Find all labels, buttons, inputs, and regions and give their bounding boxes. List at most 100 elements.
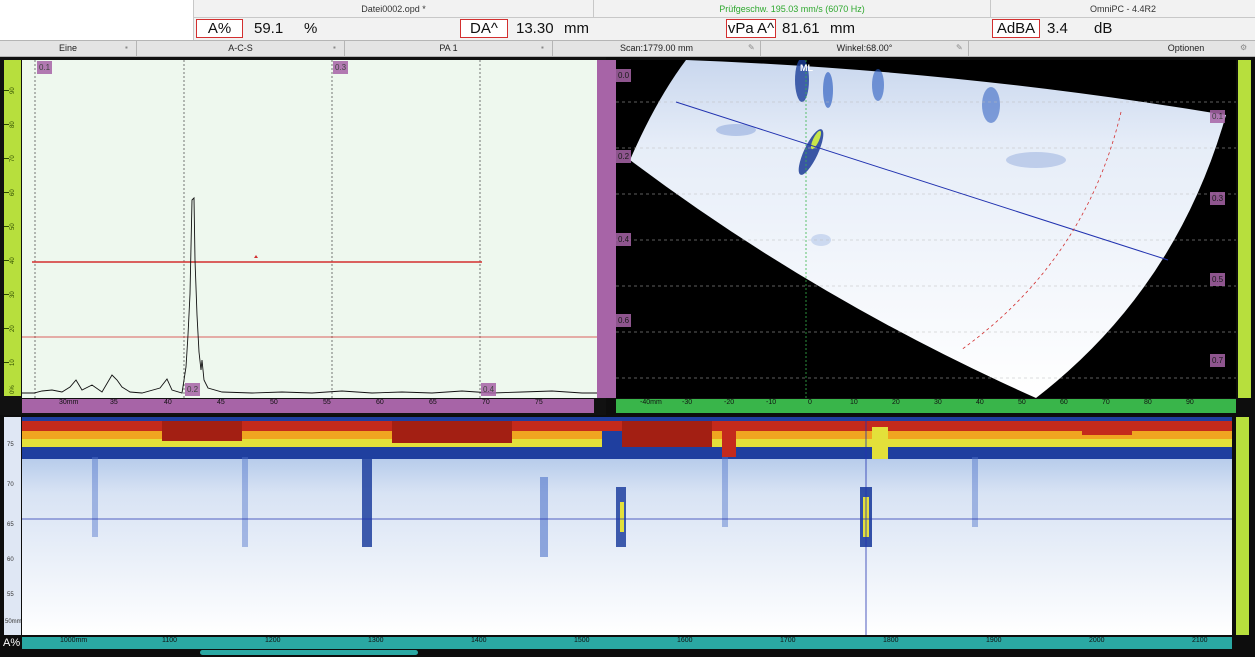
toolbar-eine[interactable]: Eine <box>0 41 137 56</box>
readout-label: DA^ <box>460 19 508 38</box>
ruler-tick-label: 1300 <box>368 637 384 644</box>
ascan-panel: 90 80 70 60 50 40 30 20 10 0% 0.1 0.3 0.… <box>0 57 606 415</box>
depth-tag: 0.4 <box>616 233 632 246</box>
y-tick-label: 55 <box>7 592 14 598</box>
settings-icon[interactable]: ⚙ <box>1240 44 1247 52</box>
cscan-amplitude-scale <box>1236 417 1249 635</box>
ruler-tick-label: 1700 <box>780 637 796 644</box>
amp-tick-label: 50 <box>10 223 16 230</box>
cscan-plot[interactable] <box>22 417 1232 635</box>
ruler-tick-label: 2100 <box>1192 637 1208 644</box>
scan-scrollbar[interactable] <box>200 650 418 655</box>
readout-label: AdBA <box>992 19 1040 38</box>
sscan-amplitude-scale <box>1238 60 1251 398</box>
toolbar-options[interactable]: Optionen <box>1117 41 1255 56</box>
depth-tag: 0.0 <box>616 69 632 82</box>
ruler-tick-label: 1000mm <box>60 637 88 644</box>
y-tick-label: 50mm <box>5 619 22 625</box>
toolbar-group[interactable]: PA 1 <box>345 41 553 56</box>
ruler-tick-label: -30 <box>682 399 693 406</box>
readout-adba[interactable]: AdBA 3.4 dB <box>991 18 1255 40</box>
ruler-tick-label: 50 <box>1018 399 1026 406</box>
readout-label: A% <box>196 19 243 38</box>
ascan-ruler[interactable]: 30mm 35 40 45 50 55 60 65 70 75 <box>22 399 594 413</box>
ruler-tick-label: 10 <box>850 399 858 406</box>
ruler-tick-label: -40mm <box>640 399 662 406</box>
readout-label: vPa A^ <box>726 19 776 38</box>
ruler-tick-label: 1500 <box>574 637 590 644</box>
file-title: Datei0002.opd * <box>194 0 594 18</box>
amp-tick-label: 90 <box>10 87 16 94</box>
ruler-tick-label: 0 <box>808 399 812 406</box>
toolbar-angle[interactable]: Winkel:68.00° <box>761 41 969 56</box>
sscan-plot[interactable] <box>616 60 1236 398</box>
scan-speed-status: Prüfgeschw. 195.03 mm/s (6070 Hz) <box>594 0 991 18</box>
y-tick-label: 75 <box>7 442 14 448</box>
toolbar-label: Winkel:68.00° <box>836 43 893 53</box>
ruler-tick-label: 40 <box>976 399 984 406</box>
toolbar-label: Scan:1779.00 mm <box>619 43 694 53</box>
amp-tick-label: 10 <box>10 359 16 366</box>
readout-value: 59.1 <box>254 20 284 37</box>
ruler-tick-label: 55 <box>323 399 331 406</box>
ruler-tick-label: 60 <box>376 399 384 406</box>
sscan-ruler[interactable]: -40mm -30 -20 -10 0 10 20 30 40 50 60 70… <box>616 399 1236 413</box>
ruler-tick-label: 90 <box>1186 399 1194 406</box>
readout-vpa[interactable]: vPa A^ 81.61 mm <box>725 18 991 40</box>
readout-a-percent[interactable]: A% 59.1 % <box>194 18 459 40</box>
sscan-panel: ML 0.0 0.2 0.4 0.6 0.1 0.3 0.5 0.7 -40mm… <box>606 57 1255 415</box>
ruler-tick-label: 1200 <box>265 637 281 644</box>
readout-da[interactable]: DA^ 13.30 mm <box>459 18 725 40</box>
ruler-tick-label: 1100 <box>162 637 178 644</box>
readout-value: 81.61 <box>782 20 820 37</box>
toolbar-label: Optionen <box>1167 43 1205 53</box>
toolbar-layout[interactable]: A-C-S <box>137 41 345 56</box>
gate-tag[interactable]: 0.1 <box>37 61 53 74</box>
ruler-tick-label: 40 <box>164 399 172 406</box>
cscan-panel: 75 70 65 60 55 50mm A% 1000mm 1100 1200 … <box>0 415 1255 657</box>
ruler-tick-label: 1400 <box>471 637 487 644</box>
toolbar: Eine ▪ A-C-S ▪ PA 1 ▪ Scan:1779.00 mm ✎ … <box>0 40 1255 57</box>
toolbar-scan-position[interactable]: Scan:1779.00 mm <box>553 41 761 56</box>
pin-icon[interactable]: ▪ <box>125 44 132 52</box>
ruler-tick-label: 2000 <box>1089 637 1105 644</box>
cscan-ruler[interactable]: 1000mm 1100 1200 1300 1400 1500 1600 170… <box>22 637 1232 649</box>
header-blank <box>0 0 194 40</box>
ruler-tick-label: 30mm <box>59 399 79 406</box>
gate-tag[interactable]: 0.2 <box>185 383 201 396</box>
right-tag: 0.3 <box>1210 192 1226 205</box>
readout-unit: mm <box>830 20 855 37</box>
sscan-depth-scale <box>606 60 616 398</box>
ruler-tick-label: 80 <box>1144 399 1152 406</box>
ml-marker-label: ML <box>800 63 813 73</box>
ruler-tick-label: 20 <box>892 399 900 406</box>
amp-tick-label: 70 <box>10 155 16 162</box>
ascan-plot[interactable] <box>22 60 598 398</box>
depth-tag: 0.2 <box>616 150 632 163</box>
ruler-tick-label: 75 <box>535 399 543 406</box>
toolbar-label: A-C-S <box>228 43 253 53</box>
app-version: OmniPC - 4.4R2 <box>991 0 1255 18</box>
ruler-tick-label: 1800 <box>883 637 899 644</box>
pin-icon[interactable]: ▪ <box>333 44 340 52</box>
y-tick-label: 65 <box>7 522 14 528</box>
right-tag: 0.5 <box>1210 273 1226 286</box>
ruler-tick-label: 60 <box>1060 399 1068 406</box>
toolbar-label: PA 1 <box>439 43 458 53</box>
right-tag: 0.1 <box>1210 110 1226 123</box>
gate-tag[interactable]: 0.3 <box>333 61 349 74</box>
pin-icon[interactable]: ▪ <box>541 44 548 52</box>
toolbar-label: Eine <box>58 43 77 53</box>
ruler-tick-label: 30 <box>934 399 942 406</box>
header-bar: Datei0002.opd * Prüfgeschw. 195.03 mm/s … <box>0 0 1255 40</box>
amp-tick-label: 60 <box>10 189 16 196</box>
ruler-tick-label: 70 <box>482 399 490 406</box>
gate-tag[interactable]: 0.4 <box>481 383 497 396</box>
ruler-tick-label: -10 <box>766 399 777 406</box>
depth-tag: 0.6 <box>616 314 632 327</box>
edit-icon[interactable]: ✎ <box>748 44 755 52</box>
edit-icon[interactable]: ✎ <box>956 44 963 52</box>
cscan-corner-label: A% <box>3 637 21 649</box>
ruler-tick-label: 65 <box>429 399 437 406</box>
y-tick-label: 70 <box>7 482 14 488</box>
